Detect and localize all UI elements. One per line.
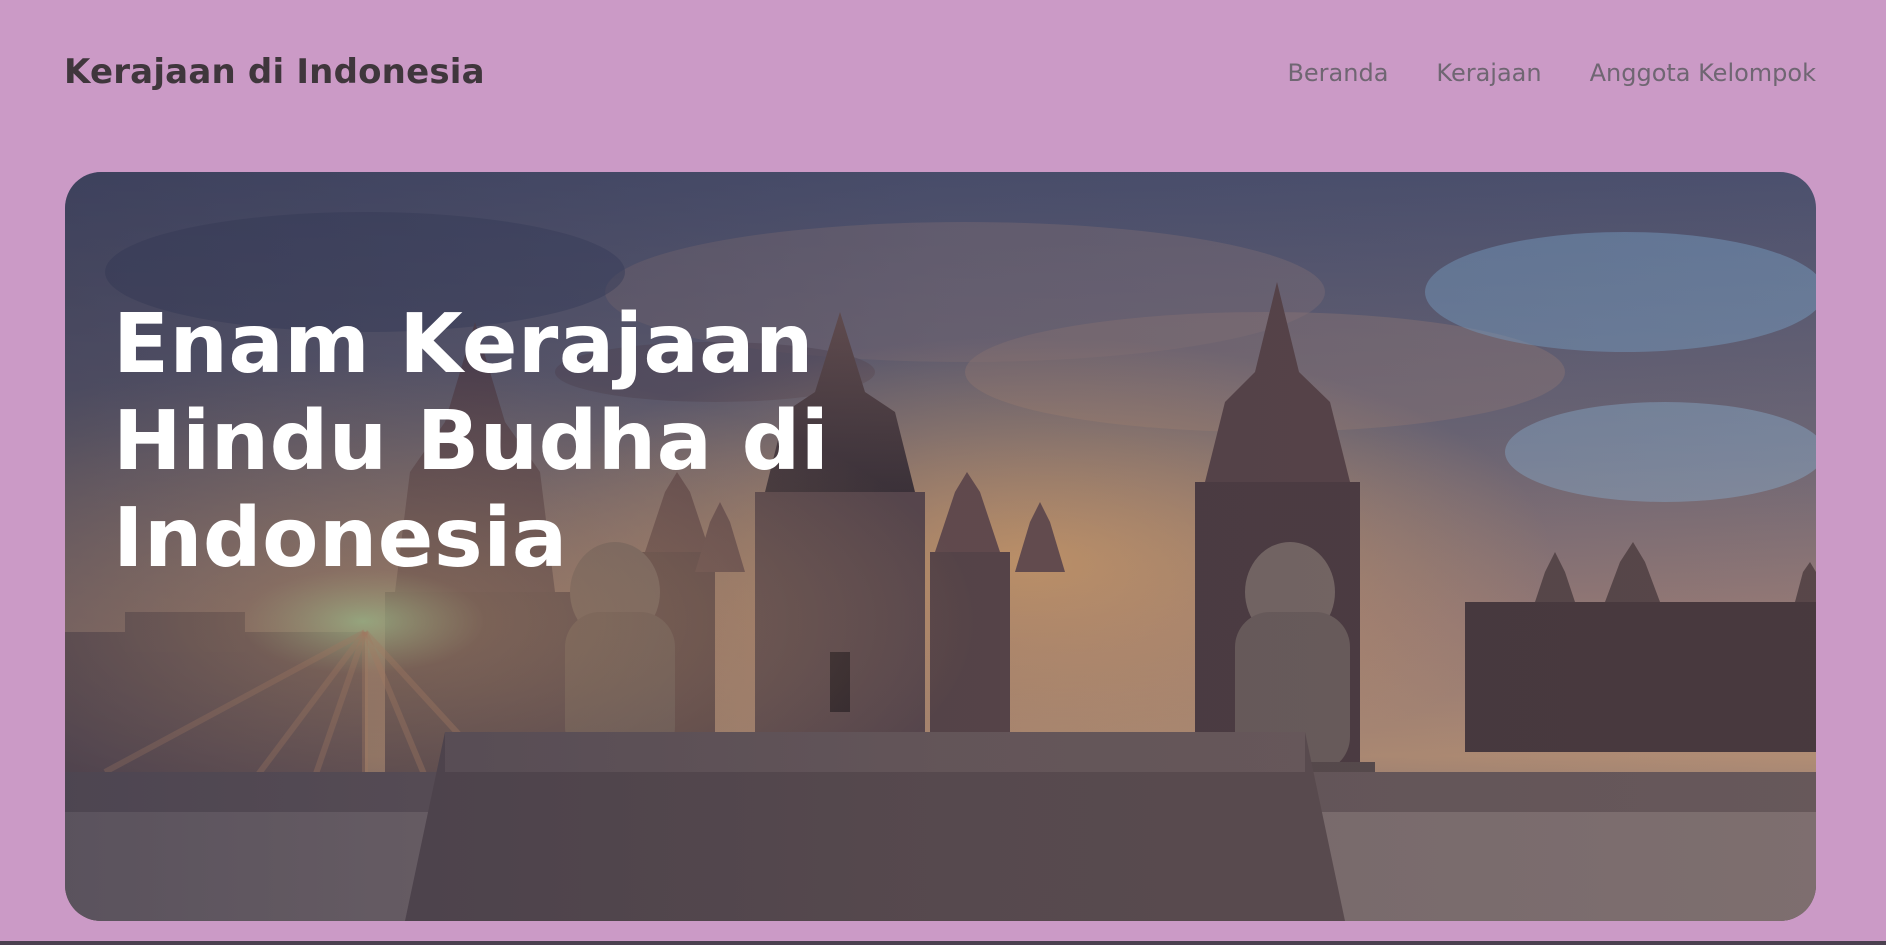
bottom-edge-strip	[0, 941, 1886, 945]
page: Kerajaan di Indonesia Beranda Kerajaan A…	[0, 0, 1886, 945]
hero-title: Enam Kerajaan Hindu Budha di Indonesia	[113, 296, 830, 587]
nav-link-kerajaan[interactable]: Kerajaan	[1436, 58, 1541, 88]
hero-banner: Enam Kerajaan Hindu Budha di Indonesia	[65, 172, 1816, 921]
main-nav: Beranda Kerajaan Anggota Kelompok	[1287, 58, 1816, 88]
nav-link-anggota-kelompok[interactable]: Anggota Kelompok	[1590, 58, 1816, 88]
hero-title-line-2: Hindu Budha di	[113, 394, 830, 489]
nav-link-beranda[interactable]: Beranda	[1287, 58, 1388, 88]
top-navbar: Kerajaan di Indonesia Beranda Kerajaan A…	[0, 0, 1886, 146]
site-brand[interactable]: Kerajaan di Indonesia	[64, 52, 485, 92]
hero-title-line-3: Indonesia	[113, 491, 568, 586]
hero-title-line-1: Enam Kerajaan	[113, 297, 814, 392]
